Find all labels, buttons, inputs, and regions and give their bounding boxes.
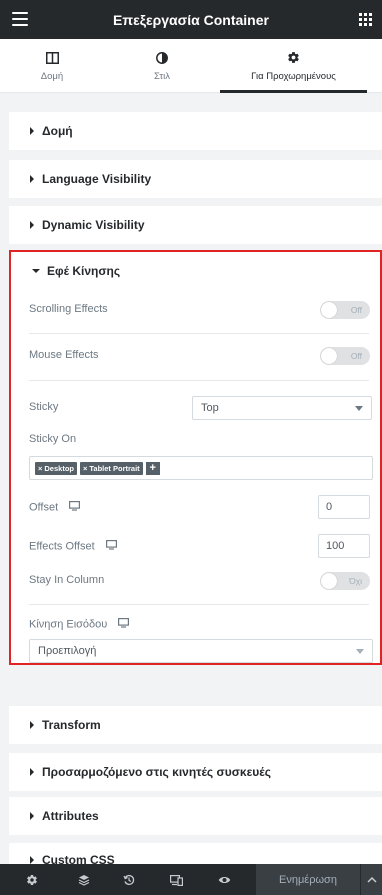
sticky-on-tags[interactable]: × Desktop × Tablet Portrait + (29, 456, 373, 480)
toggle-knob (321, 302, 337, 318)
divider (29, 604, 369, 605)
caret-right-icon (30, 721, 34, 729)
caret-right-icon (30, 127, 34, 135)
offset-input[interactable]: 0 (318, 495, 370, 519)
scrolling-effects-label: Scrolling Effects (29, 303, 108, 315)
divider (29, 380, 369, 381)
section-structure[interactable]: Δομή (9, 112, 382, 150)
section-header[interactable]: Εφέ Κίνησης (11, 252, 380, 290)
caret-right-icon (30, 856, 34, 864)
layers-icon[interactable] (64, 864, 104, 895)
update-label: Ενημέρωση (279, 873, 337, 886)
tab-label: Δομή (40, 70, 64, 82)
bottom-toolbar: Ενημέρωση (0, 864, 382, 895)
caret-right-icon (30, 221, 34, 229)
caret-right-icon (30, 768, 34, 776)
sticky-select[interactable]: Top (192, 396, 372, 420)
hamburger-icon[interactable] (12, 12, 28, 26)
panel-title: Επεξεργασία Container (113, 11, 269, 28)
grid-icon[interactable] (359, 13, 372, 26)
tab-style[interactable]: Στιλ (104, 39, 220, 92)
add-tag-button[interactable]: + (145, 461, 160, 475)
tag-desktop[interactable]: × Desktop (35, 461, 77, 475)
effects-offset-input[interactable]: 100 (318, 534, 370, 558)
section-motion-effects: Εφέ Κίνησης Scrolling Effects Off Mouse … (9, 250, 382, 665)
tab-label: Για Προχωρημένους (251, 70, 336, 82)
section-title: Προσαρμοζόμενο στις κινητές συσκευές (42, 765, 271, 779)
toggle-state: Off (350, 305, 362, 315)
panel-tabs: Δομή Στιλ Για Προχωρημένους (0, 39, 382, 93)
section-responsive[interactable]: Προσαρμοζόμενο στις κινητές συσκευές (9, 753, 382, 791)
chevron-up-icon[interactable] (360, 864, 382, 895)
entrance-label-text: Κίνηση Εισόδου (29, 618, 108, 631)
section-title: Language Visibility (42, 172, 152, 186)
remove-tag-icon[interactable]: × (38, 464, 42, 473)
effects-offset-label-text: Effects Offset (29, 540, 95, 553)
sticky-on-label: Sticky On (29, 433, 77, 445)
section-attributes[interactable]: Attributes (9, 797, 382, 835)
panel-header: Επεξεργασία Container (0, 0, 382, 39)
layout-icon (45, 50, 59, 66)
stay-in-column-label: Stay In Column (29, 574, 105, 586)
responsive-mode-icon[interactable] (154, 864, 198, 895)
caret-down-icon (32, 269, 40, 273)
offset-label: Offset (29, 501, 81, 514)
stay-in-column-toggle[interactable]: Όχι (320, 572, 370, 590)
chevron-down-icon (356, 649, 364, 654)
offset-label-text: Offset (29, 501, 59, 514)
section-language-visibility[interactable]: Language Visibility (9, 160, 382, 198)
tab-label: Στιλ (153, 70, 171, 82)
offset-value: 0 (326, 501, 333, 513)
preview-eye-icon[interactable] (198, 864, 250, 895)
entrance-animation-select[interactable]: Προεπιλογή (29, 639, 373, 663)
remove-tag-icon[interactable]: × (83, 464, 87, 473)
editor-panel: Επεξεργασία Container Δομή Στιλ Για Προχ… (0, 0, 382, 895)
tab-layout[interactable]: Δομή (0, 39, 104, 92)
section-title: Transform (42, 718, 101, 732)
entrance-animation-label: Κίνηση Εισόδου (29, 618, 130, 631)
mouse-effects-label: Mouse Effects (29, 349, 99, 361)
effects-offset-value: 100 (326, 540, 345, 552)
toggle-knob (321, 573, 337, 589)
update-button[interactable]: Ενημέρωση (256, 864, 360, 895)
caret-right-icon (30, 812, 34, 820)
tab-advanced[interactable]: Για Προχωρημένους (220, 39, 367, 93)
toggle-state: Όχι (349, 576, 362, 586)
caret-right-icon (30, 175, 34, 183)
scrolling-effects-toggle[interactable]: Off (320, 301, 370, 319)
section-transform[interactable]: Transform (9, 706, 382, 744)
half-circle-icon (156, 50, 168, 66)
effects-offset-label: Effects Offset (29, 540, 117, 553)
monitor-icon[interactable] (69, 501, 81, 514)
divider (29, 333, 369, 334)
monitor-icon[interactable] (105, 540, 117, 553)
section-dynamic-visibility[interactable]: Dynamic Visibility (9, 206, 382, 244)
sticky-value: Top (201, 402, 219, 414)
tag-tablet-portrait[interactable]: × Tablet Portrait (79, 461, 143, 475)
sticky-label: Sticky (29, 401, 59, 413)
mouse-effects-toggle[interactable]: Off (320, 347, 370, 365)
section-title: Δομή (42, 124, 73, 138)
chevron-down-icon (355, 406, 363, 411)
history-icon[interactable] (104, 864, 154, 895)
section-title: Εφέ Κίνησης (47, 264, 121, 278)
settings-gear-icon[interactable] (0, 864, 64, 895)
tag-label: Desktop (44, 463, 74, 473)
section-title: Dynamic Visibility (42, 218, 145, 232)
toggle-state: Off (350, 351, 362, 361)
toggle-knob (321, 348, 337, 364)
entrance-value: Προεπιλογή (38, 645, 97, 657)
monitor-icon[interactable] (118, 618, 130, 631)
tag-label: Tablet Portrait (89, 463, 140, 473)
gear-icon (287, 50, 300, 66)
section-title: Attributes (42, 809, 99, 823)
